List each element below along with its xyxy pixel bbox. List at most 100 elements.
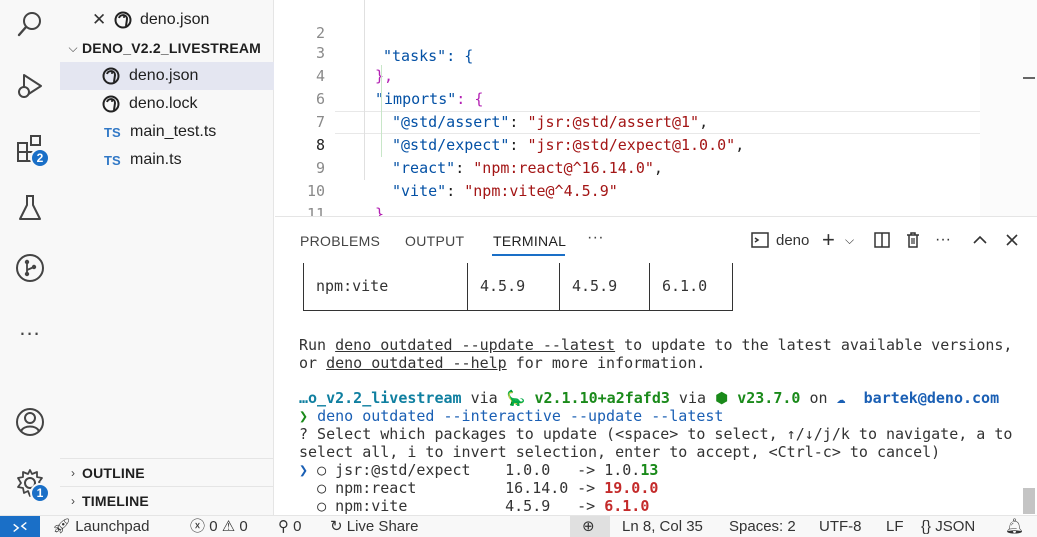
ports-status[interactable]: ⚲ 0 <box>278 516 302 537</box>
launchpad-item[interactable]: 🚀︎ Launchpad <box>52 516 149 537</box>
source-control-icon[interactable] <box>12 250 48 286</box>
open-editor-label: deno.json <box>140 11 210 28</box>
chevron-right-icon: › <box>71 493 75 508</box>
new-terminal-plus-icon[interactable]: + <box>822 227 835 252</box>
folder-name: DENO_V2.2_LIVESTREAM <box>82 40 262 56</box>
maximize-panel-chevron-up-icon[interactable] <box>970 229 990 251</box>
folder-header[interactable]: ⌵ DENO_V2.2_LIVESTREAM <box>60 34 274 62</box>
terminal-line: Run deno outdated --update --latest to u… <box>299 336 1013 354</box>
shell-command: ❯ deno outdated --interactive --update -… <box>299 407 724 425</box>
deno-logo-icon <box>114 11 132 29</box>
package-option[interactable]: ❯ ○ jsr:@std/expect 1.0.0 -> 1.0.13 <box>299 461 658 479</box>
bottom-panel: PROBLEMS OUTPUT TERMINAL ··· deno + ⌵ ··… <box>275 216 1037 515</box>
outline-label: OUTLINE <box>82 464 145 481</box>
file-item-main-test-ts[interactable]: TS main_test.ts <box>60 118 274 146</box>
warning-icon: ⚠ <box>221 518 236 535</box>
search-icon[interactable] <box>12 6 48 42</box>
cursor-position[interactable]: Ln 8, Col 35 <box>622 516 703 537</box>
zoom-indicator[interactable]: ⊕ <box>570 516 610 537</box>
deno-logo-icon <box>102 95 120 113</box>
close-panel-icon[interactable] <box>1002 229 1022 251</box>
terminal-output[interactable]: npm:vite 4.5.9 4.5.9 6.1.0 Run deno outd… <box>299 263 1029 516</box>
manage-gear-icon[interactable]: 1 <box>12 465 50 503</box>
terminal-line: select all, i to invert selection, enter… <box>299 443 941 461</box>
active-tab-indicator <box>492 254 565 256</box>
tab-terminal[interactable]: TERMINAL <box>493 233 566 249</box>
close-icon[interactable]: ✕ <box>92 10 114 30</box>
more-icon[interactable]: ... <box>12 310 48 346</box>
timeline-section-header[interactable]: › TIMELINE <box>60 486 274 514</box>
package-option[interactable]: ○ npm:vite 4.5.9 -> 6.1.0 <box>299 497 649 515</box>
table-cell: 4.5.9 <box>560 263 650 310</box>
chevron-down-icon[interactable]: ⌵ <box>845 229 854 251</box>
live-share-icon: ↻ <box>330 518 343 535</box>
braces-icon: {} <box>921 518 932 535</box>
account-icon[interactable] <box>12 404 48 440</box>
table-cell: 6.1.0 <box>662 277 708 295</box>
indentation[interactable]: Spaces: 2 <box>729 516 796 537</box>
code-editor[interactable]: 2 "tasks": { 3 }, 4 "imports": { 6 "@std… <box>275 0 1037 216</box>
cloud-icon: ☁ <box>836 389 846 407</box>
chevron-right-icon: › <box>71 465 75 480</box>
file-label: main_test.ts <box>130 123 217 140</box>
table-cell: npm:vite <box>304 263 468 310</box>
terminal-line: or deno outdated --help for more informa… <box>299 354 706 372</box>
overview-ruler-mark <box>1023 77 1035 79</box>
table-cell: 4.5.9 <box>468 263 560 310</box>
split-terminal-icon[interactable] <box>872 229 892 251</box>
outdated-table: npm:vite 4.5.9 4.5.9 6.1.0 <box>303 263 733 311</box>
code-line: 12 <box>275 203 980 216</box>
code-line: 11 } <box>306 205 325 216</box>
file-label: main.ts <box>130 151 182 168</box>
encoding[interactable]: UTF-8 <box>819 516 862 537</box>
typescript-icon: TS <box>104 152 121 168</box>
status-bar: 🚀︎ Launchpad ⓧ 0 ⚠ 0 ⚲ 0 ↻ Live Share ⊕ … <box>0 515 1037 537</box>
extensions-badge: 2 <box>30 148 50 168</box>
shell-prompt: …o_v2.2_livestream via 🦕 v2.1.10+a2fafd3… <box>299 389 1000 407</box>
code-line: 4 "imports": { <box>315 67 484 108</box>
indent-guide <box>364 0 365 180</box>
end-of-line[interactable]: LF <box>886 516 904 537</box>
more-actions-icon[interactable]: ··· <box>935 229 951 251</box>
testing-flask-icon[interactable] <box>12 190 48 226</box>
typescript-icon: TS <box>104 124 121 140</box>
code-line: 3 }, <box>315 44 394 85</box>
file-label: deno.json <box>129 67 199 84</box>
language-mode[interactable]: {} JSON <box>921 516 975 537</box>
terminal-scrollbar[interactable] <box>1023 488 1035 514</box>
deno-icon: 🦕 <box>506 389 526 407</box>
terminal-name: deno <box>776 231 810 249</box>
zoom-magnifier-icon: ⊕ <box>582 518 595 535</box>
tab-output[interactable]: OUTPUT <box>405 233 464 249</box>
error-icon: ⓧ <box>190 518 206 535</box>
indent-guide <box>381 65 382 157</box>
problems-status[interactable]: ⓧ 0 ⚠ 0 <box>190 516 248 537</box>
panel-more-tabs-button[interactable]: ··· <box>587 229 604 247</box>
tab-problems[interactable]: PROBLEMS <box>300 233 380 249</box>
run-debug-icon[interactable] <box>12 68 48 104</box>
file-item-deno-json[interactable]: deno.json <box>60 62 274 90</box>
trash-icon[interactable] <box>903 229 923 251</box>
package-option[interactable]: ○ npm:react 16.14.0 -> 19.0.0 <box>299 479 658 497</box>
remote-indicator-icon[interactable] <box>0 516 40 537</box>
open-editor-item[interactable]: ✕ deno.json <box>60 6 274 34</box>
antenna-icon: ⚲ <box>278 518 289 535</box>
notifications-bell-icon[interactable]: 🔔︎ <box>1005 516 1024 537</box>
timeline-label: TIMELINE <box>82 492 149 509</box>
explorer-sidebar: ✕ deno.json ⌵ DENO_V2.2_LIVESTREAM deno.… <box>60 0 274 515</box>
manage-badge: 1 <box>30 483 50 503</box>
terminal-selector[interactable]: deno <box>750 229 809 251</box>
file-item-main-ts[interactable]: TS main.ts <box>60 146 274 174</box>
code-line: 10 } <box>306 182 385 216</box>
live-share-item[interactable]: ↻ Live Share <box>330 516 418 537</box>
deno-logo-icon <box>102 67 120 85</box>
node-icon: ⬢ <box>715 389 729 407</box>
rocket-icon: 🚀︎ <box>52 518 72 535</box>
outline-section-header[interactable]: › OUTLINE <box>60 458 274 486</box>
minimap[interactable] <box>980 0 1037 216</box>
terminal-line: ? Select which packages to update (<spac… <box>299 425 1013 443</box>
extensions-icon[interactable]: 2 <box>12 130 50 168</box>
chevron-down-icon: ⌵ <box>68 40 78 55</box>
file-item-deno-lock[interactable]: deno.lock <box>60 90 274 118</box>
file-label: deno.lock <box>129 95 198 112</box>
